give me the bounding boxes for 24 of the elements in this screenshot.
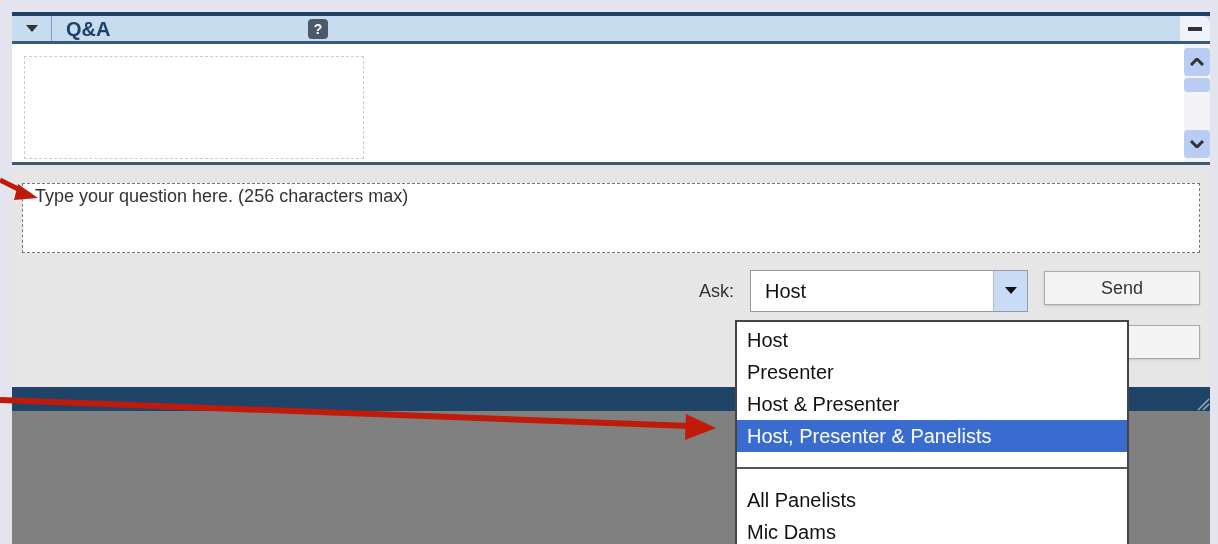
- dropdown-option[interactable]: Mic Dams: [737, 516, 1127, 544]
- dropdown-option[interactable]: All Panelists: [737, 484, 1127, 516]
- caret-icon: [1004, 287, 1017, 295]
- scroll-down-button[interactable]: [1184, 130, 1210, 158]
- resize-grip-icon[interactable]: [1196, 397, 1210, 411]
- caret-icon: [25, 24, 38, 33]
- ask-label: Ask:: [699, 279, 734, 303]
- chevron-down-icon: [1190, 140, 1204, 148]
- scroll-up-button[interactable]: [1184, 48, 1210, 76]
- minimize-button[interactable]: [1180, 16, 1210, 41]
- dropdown-option[interactable]: Presenter: [737, 356, 1127, 388]
- chevron-up-icon: [1190, 58, 1204, 66]
- dropdown-value: Host: [764, 279, 808, 304]
- help-button[interactable]: ?: [308, 18, 328, 39]
- minus-icon: [1188, 26, 1202, 31]
- dropdown-option[interactable]: Host, Presenter & Panelists: [737, 420, 1127, 452]
- dropdown-option[interactable]: Host: [737, 324, 1127, 356]
- dropdown-option[interactable]: Host & Presenter: [737, 388, 1127, 420]
- dropdown-button[interactable]: [993, 271, 1027, 311]
- send-button[interactable]: Send: [1044, 271, 1200, 305]
- question-field[interactable]: Type your question here. (256 characters max): [22, 183, 1200, 253]
- panel-title: Q&A: [66, 16, 112, 42]
- scroll-thumb[interactable]: [1184, 78, 1210, 92]
- ask-dropdown[interactable]: Host: [750, 270, 1028, 312]
